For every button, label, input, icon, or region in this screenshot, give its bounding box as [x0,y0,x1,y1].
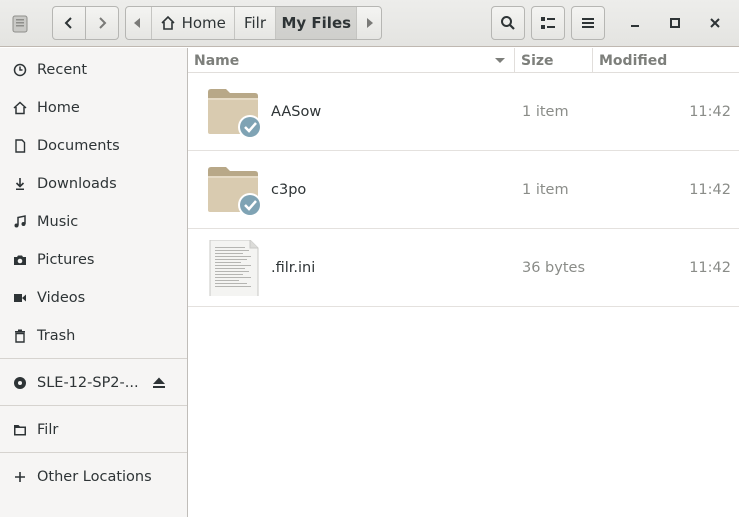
sidebar-item-videos[interactable]: Videos [0,280,187,316]
maximize-button[interactable] [664,12,686,34]
sidebar-item-label: Filr [37,422,59,438]
folder-icon [12,422,28,438]
sidebar-separator [0,405,187,406]
file-modified: 11:42 [689,260,731,276]
drive-icon [10,14,30,34]
file-size: 36 bytes [522,260,586,276]
column-header-size[interactable]: Size [521,48,591,73]
sidebar-item-music[interactable]: Music [0,204,187,240]
file-modified: 11:42 [689,182,731,198]
sidebar-separator [0,452,187,453]
column-header-label: Modified [599,52,668,69]
sidebar-item-label: Recent [37,62,88,78]
chevron-right-icon [99,17,107,29]
folder-icon [206,162,262,218]
sidebar: Recent Home Documents Downloads Music Pi… [0,48,188,517]
path-segment-filr[interactable]: Filr [233,7,276,39]
view-toggle-button[interactable] [531,6,565,40]
path-segment-my-files[interactable]: My Files [275,7,357,39]
path-scroll-left-button[interactable] [126,7,151,39]
sidebar-item-label: SLE-12-SP2-... [37,375,139,391]
home-icon [161,15,175,30]
hamburger-icon [582,18,594,28]
close-button[interactable] [704,12,726,34]
file-size: 1 item [522,104,569,120]
video-icon [12,290,28,306]
path-bar: Home Filr My Files [125,6,382,40]
header-bar: Home Filr My Files [0,0,739,47]
path-segment-label: Filr [243,14,267,32]
clock-icon [12,62,28,78]
document-icon [12,138,28,154]
sidebar-item-trash[interactable]: Trash [0,318,187,354]
forward-button[interactable] [85,7,118,39]
sidebar-item-documents[interactable]: Documents [0,128,187,164]
sidebar-item-pictures[interactable]: Pictures [0,242,187,278]
sidebar-item-label: Downloads [37,176,117,192]
column-separator[interactable] [514,48,515,73]
path-scroll-right-button[interactable] [356,7,381,39]
path-segment-label: Home [181,14,226,32]
column-header-modified[interactable]: Modified [599,48,739,73]
sidebar-item-device[interactable]: SLE-12-SP2-... [0,365,187,401]
sidebar-item-label: Pictures [37,252,95,268]
navigation-buttons [52,6,119,40]
folder-icon [206,84,262,140]
sidebar-item-filr[interactable]: Filr [0,412,187,448]
close-icon [710,18,720,28]
text-file-icon [206,239,262,299]
minimize-button[interactable] [624,12,646,34]
menu-button[interactable] [571,6,605,40]
chevron-left-icon [64,17,72,29]
file-list: Name Size Modified AASow 1 item 11:42 c3… [188,48,739,517]
trash-icon [12,328,28,344]
home-icon [12,100,28,116]
sidebar-item-label: Videos [37,290,86,306]
sidebar-item-recent[interactable]: Recent [0,52,187,88]
file-size: 1 item [522,182,569,198]
file-row[interactable]: .filr.ini 36 bytes 11:42 [188,229,739,307]
sidebar-item-home[interactable]: Home [0,90,187,126]
file-row[interactable]: AASow 1 item 11:42 [188,73,739,151]
sidebar-item-other-locations[interactable]: Other Locations [0,459,187,495]
sort-descending-icon [495,58,505,63]
plus-icon [12,469,28,485]
column-header-label: Name [194,52,240,69]
path-segment-home[interactable]: Home [150,7,234,39]
sidebar-item-label: Home [37,100,80,116]
sidebar-item-downloads[interactable]: Downloads [0,166,187,202]
search-icon [501,16,515,30]
disc-icon [12,375,28,391]
column-header-label: Size [521,52,554,69]
column-separator[interactable] [592,48,593,73]
music-icon [12,214,28,230]
eject-icon[interactable] [151,375,167,391]
column-header-name[interactable]: Name [194,48,512,73]
sidebar-item-label: Documents [37,138,120,154]
search-button[interactable] [491,6,525,40]
sidebar-separator [0,358,187,359]
back-button[interactable] [53,7,85,39]
maximize-icon [670,18,680,28]
sidebar-item-label: Other Locations [37,469,152,485]
camera-icon [12,252,28,268]
triangle-right-icon [367,18,374,28]
triangle-left-icon [134,18,141,28]
file-row[interactable]: c3po 1 item 11:42 [188,151,739,229]
column-header: Name Size Modified [188,48,739,73]
file-name: AASow [271,104,322,120]
file-modified: 11:42 [689,104,731,120]
sidebar-item-label: Trash [37,328,76,344]
list-view-icon [541,17,555,29]
download-icon [12,176,28,192]
file-name: .filr.ini [271,260,316,276]
file-name: c3po [271,182,307,198]
sidebar-item-label: Music [37,214,79,230]
path-segment-label: My Files [281,14,352,32]
minimize-icon [631,25,639,27]
